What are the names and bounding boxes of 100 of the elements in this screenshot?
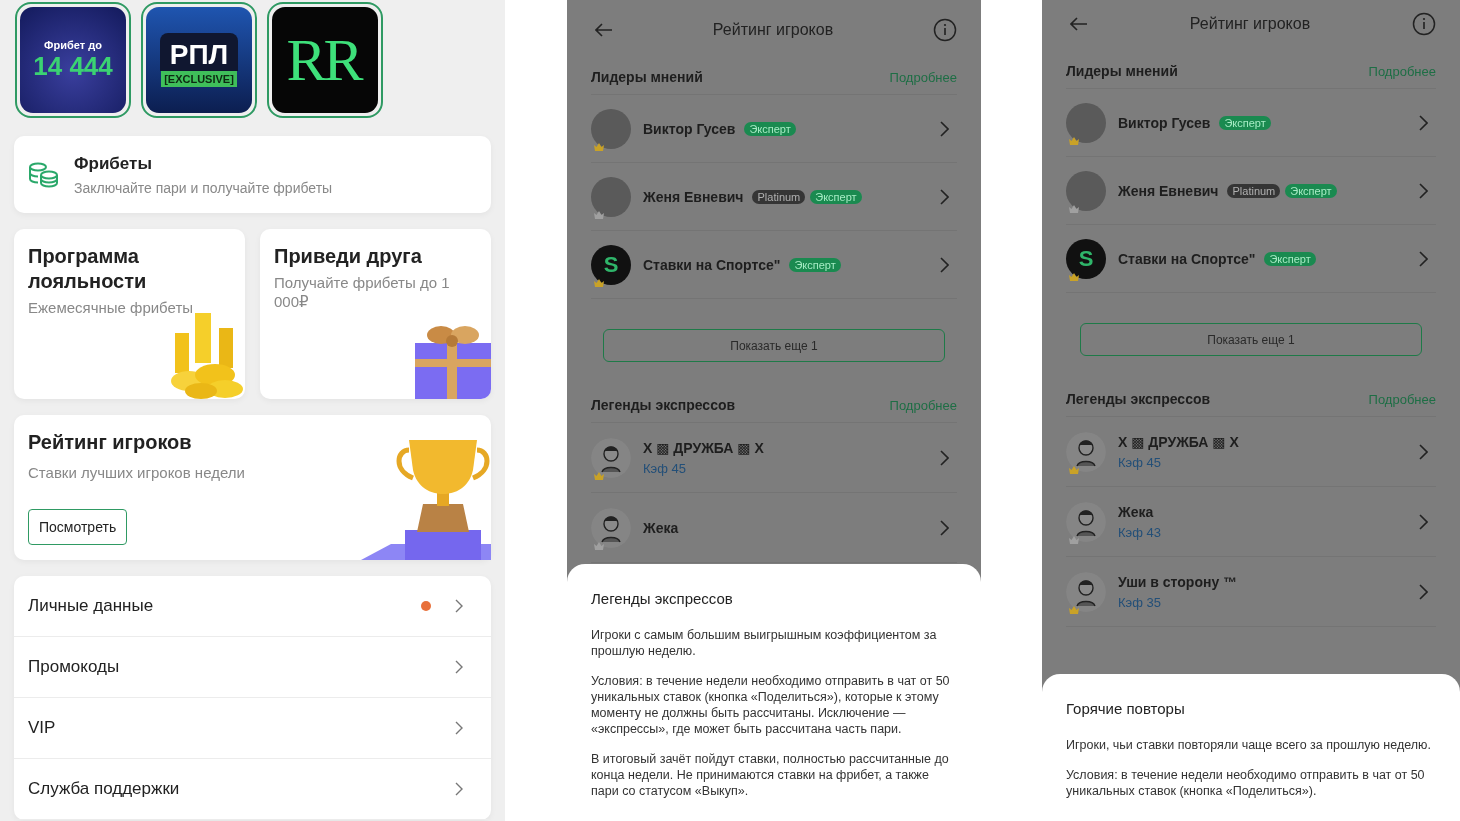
card-subtitle: Ежемесячные фрибеты — [28, 298, 195, 317]
chevron-right-icon — [940, 188, 949, 205]
story-caption: 14 444 — [33, 50, 113, 82]
card-title: Программа лояльности — [28, 244, 148, 294]
player-row[interactable]: Уши в сторону ™ Кэф 35 — [1066, 557, 1436, 627]
sheet-title: Горячие повторы — [1066, 700, 1186, 717]
player-row[interactable]: S Ставки на Спортсе" Эксперт — [591, 231, 957, 299]
coefficient-text: Кэф 43 — [1118, 524, 1162, 540]
player-row[interactable]: Женя Евневич Platinum Эксперт — [591, 163, 957, 231]
avatar-photo — [1066, 170, 1106, 211]
freebets-card[interactable]: Фрибеты Заключайте пари и получайте фрибеты — [14, 136, 491, 213]
chevron-right-icon — [1419, 443, 1428, 460]
card-subtitle: Получайте фрибеты до 1 000₽ — [274, 273, 451, 311]
promo-card[interactable]: Приведи друга Получайте фрибеты до 1 000₽ — [260, 229, 491, 399]
player-name: Ставки на Спортсе" — [643, 256, 781, 273]
view-button[interactable]: Посмотреть — [28, 509, 128, 545]
card-title: Приведи друга — [274, 244, 423, 269]
player-name: X ▩ ДРУЖБА ▩ X — [1118, 433, 1239, 450]
player-name: X ▩ ДРУЖБА ▩ X — [643, 439, 764, 456]
screen-title: Рейтинг игроков — [712, 21, 834, 39]
status-badge: Эксперт — [810, 189, 862, 204]
status-badge: Эксперт — [789, 257, 841, 272]
player-row[interactable]: Виктор Гусев Эксперт — [1066, 89, 1436, 157]
chevron-right-icon — [455, 599, 463, 613]
status-badge: Эксперт — [744, 121, 796, 136]
player-row[interactable]: Женя Евневич Platinum Эксперт — [1066, 157, 1436, 225]
story-caption: Фрибет до — [44, 38, 102, 51]
sheet-paragraph: Условия: в течение недели необходимо отправить в чат от 50 уникальных ставок (кнопка «Поделиться»), которые к этому моменту не должны быть рассчитаны. Исключение — «экспрессы», где может быть рассчитана часть пари. — [591, 673, 951, 737]
section-title: Лидеры мнений — [1066, 63, 1178, 79]
chevron-right-icon — [1419, 513, 1428, 530]
info-icon[interactable] — [933, 18, 957, 42]
avatar-drawing — [591, 507, 631, 548]
section-title: Легенды экспрессов — [591, 397, 736, 413]
player-name: Женя Евневич — [643, 188, 744, 205]
chevron-right-icon — [940, 256, 949, 273]
story-thumbnail[interactable]: Фрибет до 14 444 — [20, 7, 126, 113]
sheet-title: Легенды экспрессов — [591, 590, 734, 607]
story-thumbnail[interactable]: РПЛ [EXCLUSIVE] — [146, 7, 252, 113]
avatar-drawing — [591, 437, 631, 478]
avatar-drawing — [1066, 431, 1106, 472]
player-name: Жека — [1118, 503, 1154, 520]
card-title: Рейтинг игроков — [28, 430, 193, 455]
show-more-button[interactable]: Показать еще 1 — [603, 329, 945, 362]
avatar-logo: S — [1066, 238, 1106, 279]
coefficient-text: Кэф 35 — [1118, 594, 1162, 610]
story-thumbnail[interactable]: RR — [272, 7, 378, 113]
sheet-paragraph: Игроки, чьи ставки повторяли чаще всего за прошлую неделю. — [1066, 737, 1432, 753]
player-name: Виктор Гусев — [1118, 114, 1211, 131]
player-row[interactable]: Виктор Гусев Эксперт — [591, 95, 957, 163]
player-row[interactable]: X ▩ ДРУЖБА ▩ X Кэф 45 — [591, 423, 957, 493]
player-row[interactable]: Жека Кэф 43 — [1066, 487, 1436, 557]
player-name: Виктор Гусев — [643, 120, 736, 137]
chevron-right-icon — [455, 721, 463, 735]
status-badge: Platinum — [1227, 183, 1281, 198]
screen-title: Рейтинг игроков — [1189, 15, 1311, 33]
story-caption: [EXCLUSIVE] — [161, 71, 237, 87]
back-icon[interactable] — [595, 23, 613, 37]
status-badge: Эксперт — [1219, 115, 1271, 130]
chevron-right-icon — [455, 660, 463, 674]
story-caption: RR — [286, 25, 363, 95]
chevron-right-icon — [940, 120, 949, 137]
player-row[interactable]: X ▩ ДРУЖБА ▩ X Кэф 45 — [1066, 417, 1436, 487]
chevron-right-icon — [1419, 114, 1428, 131]
chevron-right-icon — [1419, 583, 1428, 600]
sheet-paragraph: Условия: в течение недели необходимо отправить в чат от 50 уникальных ставок (кнопка «Поделиться»). — [1066, 767, 1426, 799]
status-badge: Эксперт — [1264, 251, 1316, 266]
avatar-photo — [591, 176, 631, 217]
info-icon[interactable] — [1412, 12, 1436, 36]
player-row[interactable]: S Ставки на Спортсе" Эксперт — [1066, 225, 1436, 293]
avatar-logo: S — [591, 244, 631, 285]
status-badge: Platinum — [752, 189, 806, 204]
avatar-photo — [591, 108, 631, 149]
story-caption: РПЛ — [159, 33, 239, 71]
chevron-right-icon — [940, 449, 949, 466]
avatar-drawing — [1066, 501, 1106, 542]
status-badge: Эксперт — [1285, 183, 1337, 198]
sheet-paragraph: В итоговый зачёт пойдут ставки, полностью рассчитанные до конца недели. Не принимаются ставки на фрибет, а также пари со статусом «Выкуп». — [591, 751, 950, 799]
player-row[interactable]: Жека — [591, 493, 957, 563]
show-more-button[interactable]: Показать еще 1 — [1080, 323, 1422, 356]
menu-item[interactable]: Промокоды — [14, 637, 491, 698]
back-icon[interactable] — [1070, 17, 1088, 31]
coefficient-text: Кэф 45 — [1118, 454, 1162, 470]
sheet-paragraph: Игроки с самым большим выигрышным коэффициентом за прошлую неделю. — [591, 627, 938, 659]
card-subtitle: Заключайте пари и получайте фрибеты — [74, 179, 333, 196]
menu-item[interactable]: Личные данные — [14, 576, 491, 637]
menu-item[interactable]: Служба поддержки — [14, 759, 491, 820]
coins-icon — [28, 160, 60, 189]
section-title: Лидеры мнений — [591, 69, 703, 85]
avatar-drawing — [1066, 571, 1106, 612]
chevron-right-icon — [940, 519, 949, 536]
menu-item[interactable]: VIP — [14, 698, 491, 759]
player-name: Уши в сторону ™ — [1118, 573, 1238, 590]
card-subtitle: Ставки лучших игроков недели — [28, 463, 246, 482]
chevron-right-icon — [1419, 182, 1428, 199]
coefficient-text: Кэф 45 — [643, 460, 687, 476]
card-title: Фрибеты — [74, 153, 153, 174]
player-name: Жека — [643, 519, 679, 536]
avatar-photo — [1066, 102, 1106, 143]
promo-card[interactable]: Программа лояльности Ежемесячные фрибеты — [14, 229, 245, 399]
chevron-right-icon — [455, 782, 463, 796]
